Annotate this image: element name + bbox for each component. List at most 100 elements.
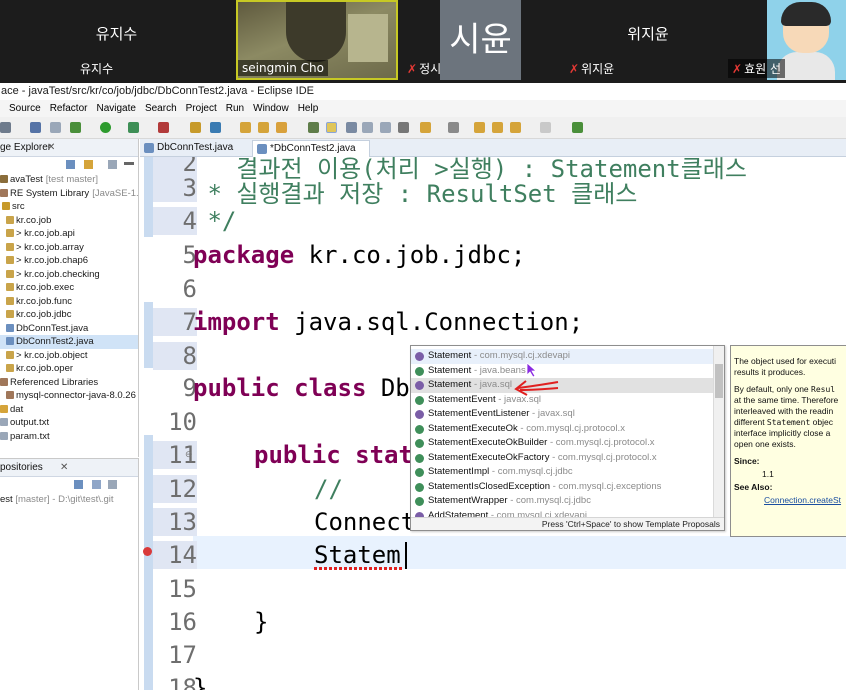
prev-annotation-icon[interactable]: [448, 122, 459, 133]
print-icon[interactable]: [30, 122, 41, 133]
proposal-scrollbar[interactable]: [713, 346, 724, 518]
debug-icon[interactable]: [70, 122, 81, 133]
collapse-all-icon[interactable]: [66, 160, 75, 169]
toggle-highlight-icon[interactable]: [326, 122, 337, 133]
filter-icon[interactable]: [108, 160, 117, 169]
tree-item[interactable]: src: [0, 200, 138, 214]
code-line-7: import java.sql.Connection;: [193, 308, 584, 336]
run-icon[interactable]: [100, 122, 111, 133]
proposal-name: StatementExecuteOkBuilder: [428, 437, 548, 448]
proposal-item[interactable]: Statement - com.mysql.cj.xdevapi: [411, 349, 715, 364]
class-icon: [415, 424, 424, 434]
tree-item[interactable]: > kr.co.job.array: [0, 241, 138, 255]
new-package-icon[interactable]: [190, 122, 201, 133]
menu-window[interactable]: Window: [253, 103, 289, 114]
forward-icon[interactable]: [540, 122, 551, 133]
tree-item[interactable]: kr.co.job.oper: [0, 362, 138, 376]
scrollbar-thumb[interactable]: [715, 364, 723, 398]
javadoc-summary: The object used for executi results it pr…: [734, 356, 837, 377]
tree-item[interactable]: > kr.co.job.object: [0, 349, 138, 363]
view-menu-icon[interactable]: [108, 480, 117, 489]
tree-item[interactable]: mysql-connector-java-8.0.26: [0, 389, 138, 403]
proposal-item[interactable]: StatementExecuteOkFactory - com.mysql.cj…: [411, 451, 715, 466]
close-icon[interactable]: ✕: [60, 459, 68, 477]
tab-dbconntest2[interactable]: *DbConnTest2.java: [252, 140, 370, 157]
package-explorer-tab[interactable]: ge Explorer ✕: [0, 139, 138, 157]
proposal-item[interactable]: StatementExecuteOkBuilder - com.mysql.cj…: [411, 436, 715, 451]
open-task-icon[interactable]: [276, 122, 287, 133]
save-icon[interactable]: [0, 122, 11, 133]
tree-item[interactable]: kr.co.job.jdbc: [0, 308, 138, 322]
menu-run[interactable]: Run: [226, 103, 244, 114]
video-call-strip: 유지수 유지수 seingmin Cho 시윤 ✗정시윤 위지윤 ✗위지윤 ✗효…: [0, 0, 846, 83]
tab-dbconntest[interactable]: DbConnTest.java: [140, 140, 252, 157]
tree-item[interactable]: RE System Library[JavaSE-1.8]: [0, 187, 138, 201]
tree-item[interactable]: kr.co.job: [0, 214, 138, 228]
error-marker-icon[interactable]: [143, 547, 152, 556]
tree-item[interactable]: param.txt: [0, 430, 138, 444]
link-editor-icon[interactable]: [84, 160, 93, 169]
participant-caption-area: ✗정시윤: [400, 0, 440, 80]
menu-source[interactable]: Source: [9, 103, 41, 114]
class-icon: [415, 439, 424, 448]
proposal-item[interactable]: StatementEventListener - javax.sql: [411, 407, 715, 422]
close-icon[interactable]: ✕: [47, 139, 55, 157]
word-wrap-icon[interactable]: [380, 122, 391, 133]
open-file-icon[interactable]: [258, 122, 269, 133]
repository-row[interactable]: est [master] - D:\git\test\.git: [0, 493, 138, 507]
tree-item[interactable]: avaTest [test master]: [0, 173, 138, 187]
participant-tile[interactable]: 시윤: [440, 0, 521, 80]
tree-item[interactable]: Referenced Libraries: [0, 376, 138, 390]
external-tools-icon[interactable]: [158, 122, 169, 133]
tree-item[interactable]: > kr.co.job.api: [0, 227, 138, 241]
tree-item[interactable]: > kr.co.job.checking: [0, 268, 138, 282]
tree-item[interactable]: output.txt: [0, 416, 138, 430]
new-class-icon[interactable]: [210, 122, 221, 133]
next-annotation-icon[interactable]: [420, 122, 431, 133]
tree-item[interactable]: DbConnTest.java: [0, 322, 138, 336]
fold-icon[interactable]: ⊖: [185, 449, 193, 460]
proposal-item[interactable]: Statement - java.sql: [411, 378, 715, 393]
line-number: 3: [153, 174, 197, 202]
menu-search[interactable]: Search: [145, 103, 177, 114]
forward-edit-icon[interactable]: [492, 122, 503, 133]
java-file-icon: [257, 144, 267, 154]
participant-tile[interactable]: 유지수 유지수: [0, 0, 233, 80]
proposal-item[interactable]: Statement - java.beans: [411, 364, 715, 379]
block-select-icon[interactable]: [346, 122, 357, 133]
tree-item[interactable]: > kr.co.job.chap6: [0, 254, 138, 268]
open-folder-icon[interactable]: [240, 122, 251, 133]
menu-project[interactable]: Project: [186, 103, 217, 114]
link-selection-icon[interactable]: [92, 480, 101, 489]
proposal-item[interactable]: StatementImpl - com.mysql.cj.jdbc: [411, 465, 715, 480]
tree-item[interactable]: dat: [0, 403, 138, 417]
proposal-item[interactable]: StatementWrapper - com.mysql.cj.jdbc: [411, 494, 715, 509]
tree-item-label: > kr.co.job.api: [16, 228, 75, 239]
collapse-all-icon[interactable]: [74, 480, 83, 489]
toggle-mark-icon[interactable]: [308, 122, 319, 133]
see-also-link[interactable]: Connection.createSt: [734, 495, 846, 506]
tree-item-icon: [0, 431, 8, 440]
proposal-item[interactable]: StatementEvent - javax.sql: [411, 393, 715, 408]
tool-icon[interactable]: [50, 122, 61, 133]
minimize-icon[interactable]: [124, 162, 134, 165]
menu-navigate[interactable]: Navigate: [96, 103, 135, 114]
menu-help[interactable]: Help: [298, 103, 319, 114]
proposal-item[interactable]: StatementExecuteOk - com.mysql.cj.protoc…: [411, 422, 715, 437]
participant-caption: seingmin Cho: [238, 60, 328, 76]
last-edit-icon[interactable]: [474, 122, 485, 133]
git-repositories-panel: positories ✕ est [master] - D:\git\test\…: [0, 458, 139, 690]
tree-item[interactable]: DbConnTest2.java: [0, 335, 138, 349]
mic-muted-icon: ✗: [732, 62, 743, 76]
pin-editor-icon[interactable]: [572, 122, 583, 133]
git-repositories-tab[interactable]: positories ✕: [0, 459, 138, 477]
show-whitespace-icon[interactable]: [362, 122, 373, 133]
back-icon[interactable]: [510, 122, 521, 133]
tree-item[interactable]: kr.co.job.exec: [0, 281, 138, 295]
menu-refactor[interactable]: Refactor: [50, 103, 88, 114]
participant-video-tile[interactable]: seingmin Cho: [236, 0, 398, 80]
coverage-icon[interactable]: [128, 122, 139, 133]
paragraph-icon[interactable]: [398, 122, 409, 133]
tree-item[interactable]: kr.co.job.func: [0, 295, 138, 309]
proposal-item[interactable]: StatementIsClosedException - com.mysql.c…: [411, 480, 715, 495]
